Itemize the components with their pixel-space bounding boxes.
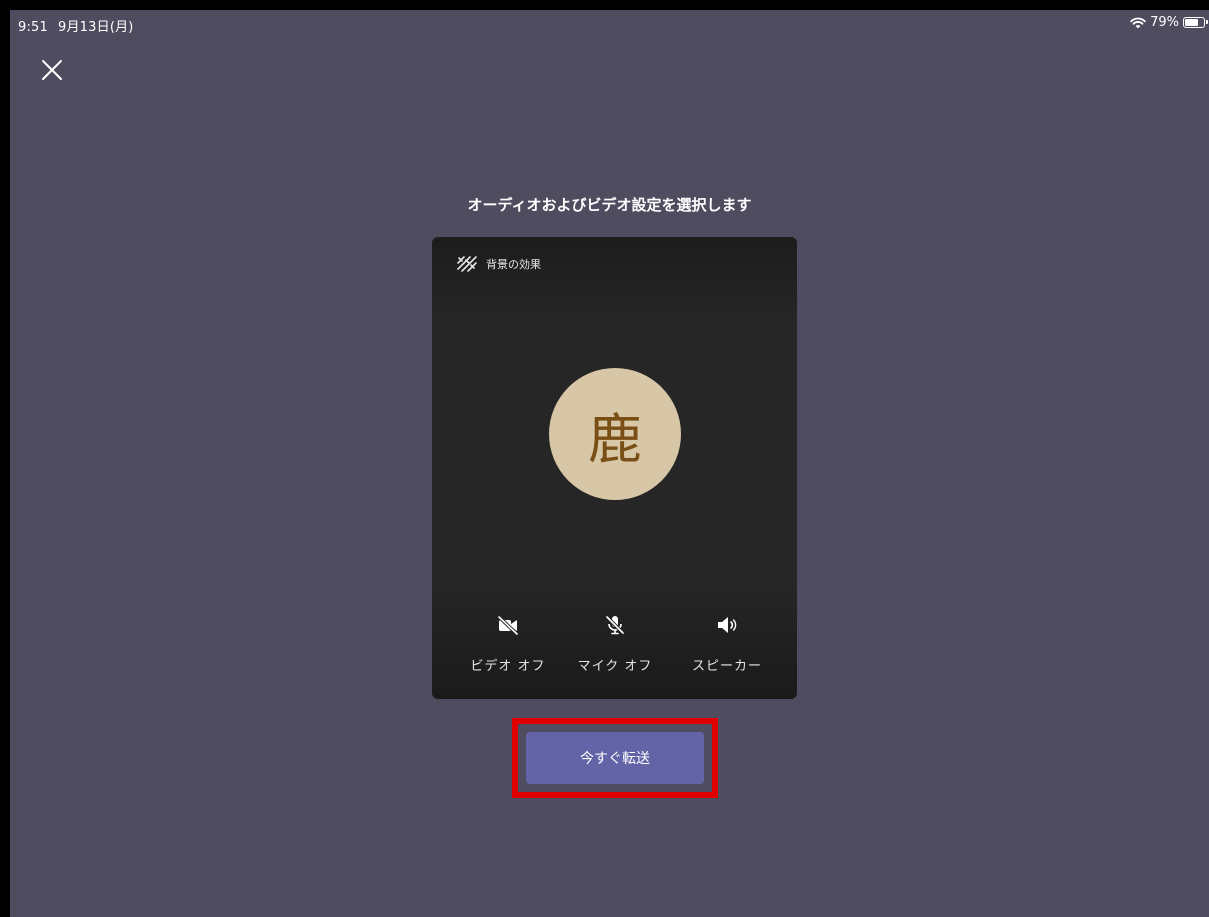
mic-off-icon <box>605 615 625 635</box>
battery-percent: 79% <box>1150 15 1179 30</box>
speaker-label: スピーカー <box>691 659 762 674</box>
speaker-icon <box>718 617 737 633</box>
avatar: 鹿 <box>549 368 681 500</box>
background-effects-icon <box>457 256 477 272</box>
battery-cap <box>1206 20 1208 24</box>
video-off-icon <box>497 615 519 635</box>
device-frame: 9:51 9月13日(月) 79% オーディオおよびビデオ設定を選択します 背景… <box>0 0 1209 917</box>
video-preview-card: 背景の効果 鹿 ビデオ オフ マイク オフ スピーカー <box>432 237 797 699</box>
video-toggle-button[interactable]: ビデオ オフ <box>453 615 563 674</box>
page-title: オーディオおよびビデオ設定を選択します <box>467 196 752 214</box>
status-date: 9月13日(月) <box>58 20 134 35</box>
close-icon <box>42 60 62 80</box>
status-bar-right: 79% <box>1130 15 1208 30</box>
transfer-now-button[interactable]: 今すぐ転送 <box>526 732 704 784</box>
mic-toggle-label: マイク オフ <box>577 659 653 674</box>
background-effects-button[interactable]: 背景の効果 <box>456 255 541 273</box>
battery-icon <box>1183 17 1208 28</box>
speaker-button[interactable]: スピーカー <box>672 615 782 674</box>
status-bar-left: 9:51 9月13日(月) <box>18 16 134 35</box>
status-time: 9:51 <box>18 20 48 35</box>
battery-level <box>1185 19 1198 26</box>
background-effects-label: 背景の効果 <box>486 258 541 271</box>
wifi-icon <box>1130 17 1146 28</box>
mic-toggle-button[interactable]: マイク オフ <box>560 615 670 674</box>
close-button[interactable] <box>38 56 66 84</box>
video-toggle-label: ビデオ オフ <box>470 659 546 674</box>
app-screen: 9:51 9月13日(月) 79% オーディオおよびビデオ設定を選択します 背景… <box>10 10 1209 917</box>
